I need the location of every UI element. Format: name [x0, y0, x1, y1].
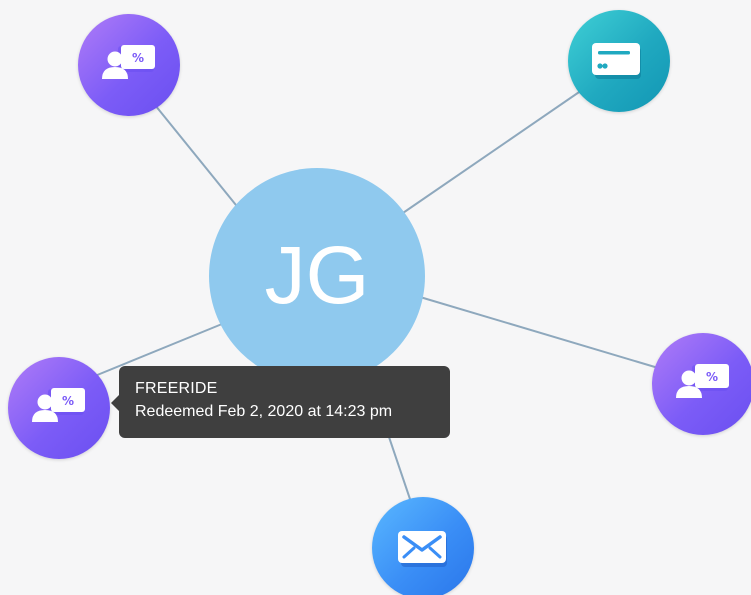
node-payment-card[interactable] [568, 10, 670, 112]
envelope-icon [398, 531, 447, 567]
edge-promo-top-left [154, 104, 241, 211]
edge-payment-card [399, 87, 586, 216]
credit-card-icon [592, 43, 641, 79]
svg-text:%: % [62, 394, 74, 408]
user-promo-icon: % [102, 45, 155, 79]
tooltip-detail: Redeemed Feb 2, 2020 at 14:23 pm [135, 403, 393, 420]
node-promo-right[interactable]: % [652, 333, 751, 435]
node-promo-top-left[interactable]: % [78, 14, 180, 116]
customer-avatar[interactable]: JG [209, 168, 425, 384]
user-promo-icon: % [676, 364, 729, 398]
node-email[interactable] [372, 497, 474, 595]
svg-text:%: % [132, 51, 144, 65]
customer-initials: JG [264, 230, 370, 321]
user-promo-icon: % [32, 388, 85, 422]
relationship-graph: JG % % % FREERIDE Redeemed Feb 2, 2020 a… [0, 0, 751, 595]
edge-promo-right [419, 296, 666, 371]
promo-tooltip: FREERIDE Redeemed Feb 2, 2020 at 14:23 p… [111, 366, 450, 438]
node-promo-left[interactable]: % [8, 357, 110, 459]
svg-text:%: % [706, 370, 718, 384]
tooltip-title: FREERIDE [135, 380, 218, 397]
